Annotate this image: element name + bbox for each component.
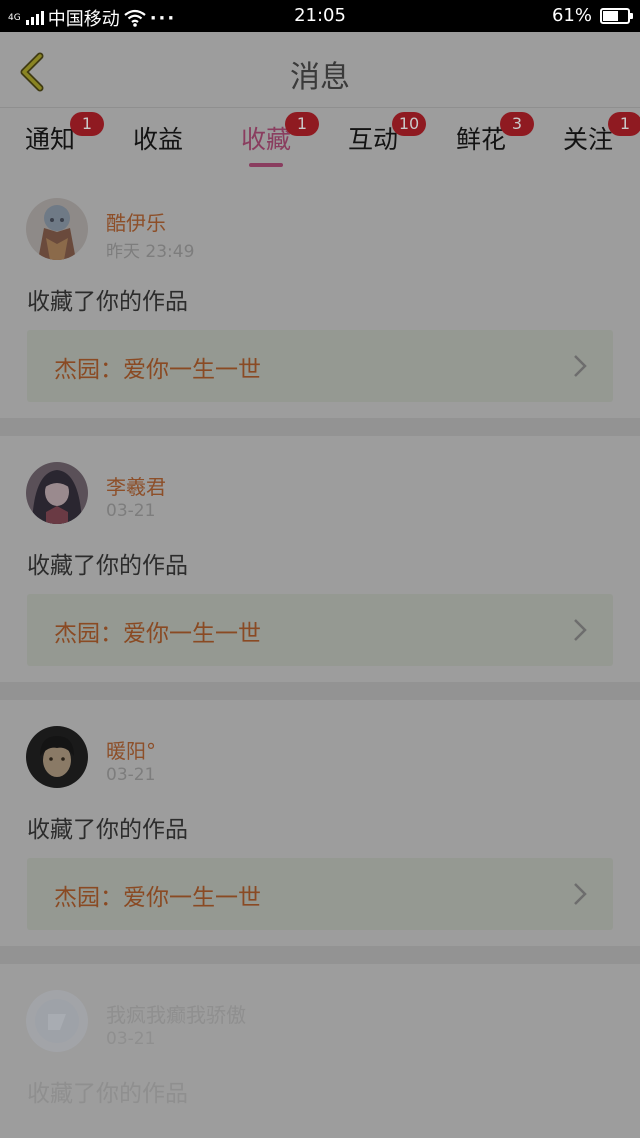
timestamp: 03-21 bbox=[106, 1029, 156, 1049]
list-item: 李羲君 03-21 收藏了你的作品 杰园：爱你一生一世 bbox=[0, 436, 640, 682]
user-name[interactable]: 李羲君 bbox=[106, 471, 166, 500]
clock: 21:05 bbox=[294, 5, 346, 26]
timestamp: 昨天 23:49 bbox=[106, 242, 195, 262]
page-title: 消息 bbox=[290, 60, 350, 95]
avatar[interactable] bbox=[26, 726, 88, 788]
unread-badge: 1 bbox=[285, 112, 319, 136]
list-item: 我疯我癫我骄傲 03-21 收藏了你的作品 bbox=[0, 964, 640, 1138]
tab-notifications[interactable]: 通知 1 bbox=[0, 112, 104, 156]
avatar[interactable] bbox=[26, 990, 88, 1052]
unread-badge: 10 bbox=[392, 112, 426, 136]
chevron-right-icon bbox=[574, 883, 587, 905]
user-name[interactable]: 酷伊乐 bbox=[106, 207, 166, 236]
list-item: 酷伊乐 昨天 23:49 收藏了你的作品 杰园：爱你一生一世 bbox=[0, 172, 640, 418]
tab-label: 通知 bbox=[24, 125, 75, 154]
work-link[interactable]: 杰园：爱你一生一世 bbox=[27, 330, 613, 402]
divider bbox=[0, 682, 640, 700]
divider bbox=[0, 946, 640, 964]
work-title: 杰园：爱你一生一世 bbox=[54, 885, 261, 911]
unread-badge: 1 bbox=[70, 112, 104, 136]
active-tab-indicator bbox=[249, 163, 283, 167]
work-link[interactable]: 杰园：爱你一生一世 bbox=[27, 858, 613, 930]
tab-earnings[interactable]: 收益 bbox=[108, 120, 208, 156]
tab-favorites[interactable]: 收藏 1 bbox=[216, 112, 319, 167]
user-name[interactable]: 我疯我癫我骄傲 bbox=[106, 999, 246, 1028]
tab-follows[interactable]: 关注 1 bbox=[538, 112, 640, 156]
tab-label: 收益 bbox=[132, 125, 183, 154]
battery-icon bbox=[600, 7, 633, 24]
header: 消息 bbox=[0, 32, 640, 108]
tab-flowers[interactable]: 鲜花 3 bbox=[431, 112, 534, 156]
action-text: 收藏了你的作品 bbox=[27, 289, 188, 315]
action-text: 收藏了你的作品 bbox=[27, 553, 188, 579]
status-bar: 4G 中国移动 ··· 21:05 61% bbox=[0, 0, 640, 32]
action-text: 收藏了你的作品 bbox=[27, 1081, 188, 1107]
list-item: 暖阳° 03-21 收藏了你的作品 杰园：爱你一生一世 bbox=[0, 700, 640, 946]
work-title: 杰园：爱你一生一世 bbox=[54, 621, 261, 647]
divider bbox=[0, 418, 640, 436]
timestamp: 03-21 bbox=[106, 501, 156, 521]
tab-interactions[interactable]: 互动 10 bbox=[323, 112, 426, 156]
user-name[interactable]: 暖阳° bbox=[106, 735, 156, 764]
unread-badge: 3 bbox=[500, 112, 534, 136]
tab-label: 收藏 bbox=[240, 125, 291, 154]
chevron-right-icon bbox=[574, 355, 587, 377]
tab-label: 关注 bbox=[562, 125, 613, 154]
battery-percent: 61% bbox=[551, 5, 592, 26]
timestamp: 03-21 bbox=[106, 765, 156, 785]
avatar[interactable] bbox=[26, 198, 88, 260]
avatar[interactable] bbox=[26, 462, 88, 524]
tab-label: 鲜花 bbox=[455, 125, 506, 154]
work-link[interactable]: 杰园：爱你一生一世 bbox=[27, 594, 613, 666]
action-text: 收藏了你的作品 bbox=[27, 817, 188, 843]
unread-badge: 1 bbox=[608, 112, 640, 136]
chevron-right-icon bbox=[574, 619, 587, 641]
tab-label: 互动 bbox=[347, 125, 398, 154]
work-title: 杰园：爱你一生一世 bbox=[54, 357, 261, 383]
tab-bar: 通知 1 收益 收藏 1 互动 10 鲜花 3 关注 1 bbox=[0, 108, 640, 172]
